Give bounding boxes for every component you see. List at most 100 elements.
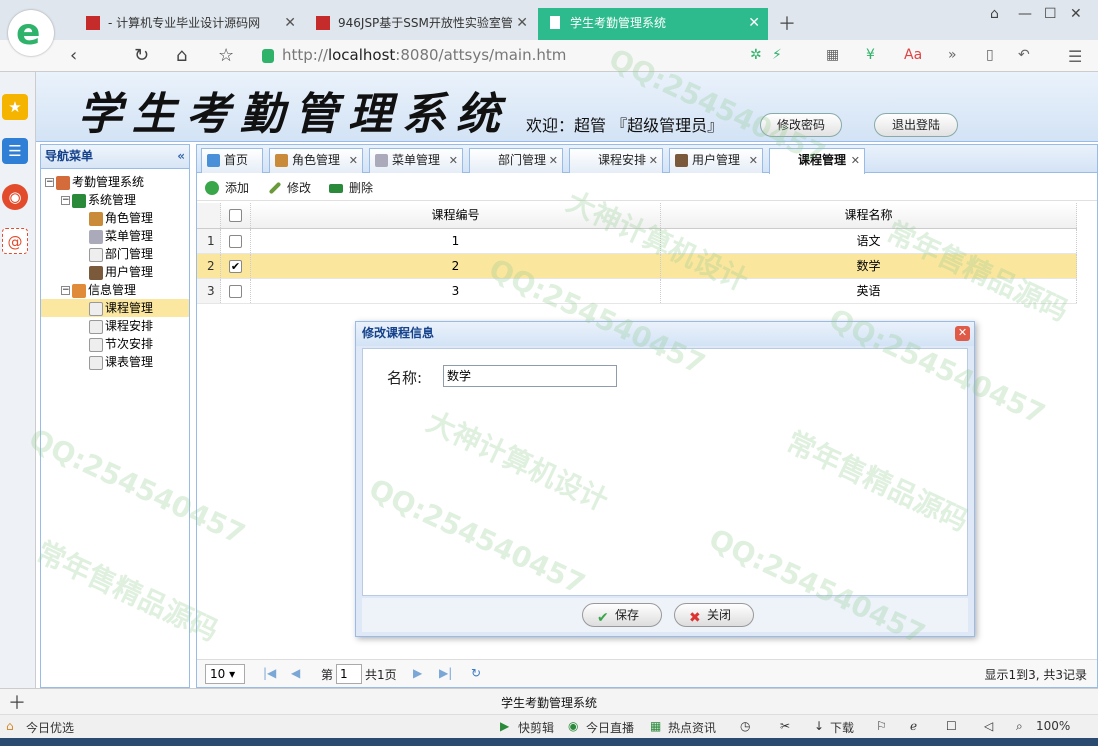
logout-button[interactable]: 退出登陆 — [874, 113, 958, 137]
tree-root[interactable]: − 考勤管理系统 — [41, 173, 189, 191]
add-button[interactable]: 添加 — [205, 179, 249, 197]
course-name-input[interactable]: 数学 — [443, 365, 617, 387]
tree-group-info[interactable]: − 信息管理 — [41, 281, 189, 299]
tab-schedule[interactable]: 课程安排 ✕ — [569, 148, 663, 173]
select-all-checkbox[interactable] — [229, 209, 242, 222]
close-tab-icon[interactable]: ✕ — [549, 149, 558, 172]
menu-icon[interactable]: ☰ — [1068, 47, 1082, 66]
close-tab-icon[interactable]: ✕ — [851, 149, 860, 172]
today-picks-link[interactable]: 今日优选 — [26, 719, 74, 736]
select-all-cell[interactable] — [221, 203, 251, 228]
tree-item-period[interactable]: 节次安排 — [41, 335, 189, 353]
tree-group-system[interactable]: − 系统管理 — [41, 191, 189, 209]
tab-role[interactable]: 角色管理 ✕ — [269, 148, 363, 173]
history-icon[interactable]: ◷ — [740, 719, 750, 733]
weibo-icon[interactable]: ◉ — [2, 184, 28, 210]
row-checkbox[interactable] — [229, 285, 242, 298]
list-icon[interactable]: ☰ — [2, 138, 28, 164]
tree-item-timetable[interactable]: 课表管理 — [41, 353, 189, 371]
apps-icon[interactable]: ▦ — [826, 47, 839, 63]
zoom-level[interactable]: 100% — [1036, 719, 1070, 733]
collapse-icon[interactable]: « — [177, 145, 185, 167]
translate-icon[interactable]: Aa — [904, 47, 922, 63]
undo-icon[interactable]: ↶ — [1018, 47, 1030, 63]
refresh-icon[interactable]: ↻ — [471, 666, 481, 680]
dialog-header[interactable]: 修改课程信息 ✕ — [356, 322, 974, 346]
reload-icon[interactable]: ↻ — [134, 45, 149, 66]
delete-button[interactable]: 删除 — [329, 179, 373, 197]
back-icon[interactable]: ‹ — [70, 45, 77, 66]
row-checkbox[interactable] — [229, 235, 242, 248]
close-tab-icon[interactable]: ✕ — [649, 149, 658, 172]
prev-page-icon[interactable]: ◀ — [291, 666, 300, 680]
browser-tab[interactable]: - 计算机专业毕业设计源码网 ✕ — [76, 8, 304, 40]
close-tab-icon[interactable]: ✕ — [749, 149, 758, 172]
collapse-node-icon[interactable]: − — [61, 286, 70, 295]
live-link[interactable]: 今日直播 — [586, 719, 634, 736]
news-link[interactable]: 热点资讯 — [668, 719, 716, 736]
window-icon[interactable]: ☐ — [946, 719, 957, 733]
quick-clip-link[interactable]: 快剪辑 — [518, 719, 554, 736]
column-header-name[interactable]: 课程名称 — [661, 203, 1077, 228]
browser-tab-label: - 计算机专业毕业设计源码网 — [108, 16, 261, 30]
close-window-icon[interactable]: ✕ — [1070, 6, 1082, 22]
skin-icon[interactable]: ⌂ — [990, 6, 999, 22]
table-row[interactable]: 1 1 语文 — [197, 229, 1077, 254]
close-tab-icon[interactable]: ✕ — [449, 149, 458, 172]
tab-course-active[interactable]: 课程管理 ✕ — [769, 148, 865, 174]
next-page-icon[interactable]: ▶ — [413, 666, 422, 680]
last-page-icon[interactable]: ▶| — [439, 666, 452, 680]
tree-item-user[interactable]: 用户管理 — [41, 263, 189, 281]
tab-user[interactable]: 用户管理 ✕ — [669, 148, 763, 173]
close-tab-icon[interactable]: ✕ — [516, 8, 528, 38]
table-row[interactable]: 3 3 英语 — [197, 279, 1077, 304]
tree-item-role[interactable]: 角色管理 — [41, 209, 189, 227]
tab-home[interactable]: 首页 — [201, 148, 263, 173]
tools-icon[interactable]: ✂ — [780, 719, 790, 733]
first-page-icon[interactable]: |◀ — [263, 666, 276, 680]
mail-icon[interactable]: @ — [2, 228, 28, 254]
browser-tab-active[interactable]: 学生考勤管理系统 ✕ — [538, 8, 768, 40]
tab-dept[interactable]: 部门管理 ✕ — [469, 148, 563, 173]
tree-item-course[interactable]: 课程管理 — [41, 299, 189, 317]
collapse-node-icon[interactable]: − — [45, 178, 54, 187]
column-header-id[interactable]: 课程编号 — [251, 203, 661, 228]
tree-item-dept[interactable]: 部门管理 — [41, 245, 189, 263]
browser-tab[interactable]: 946JSP基于SSM开放性实验室管 ✕ — [306, 8, 536, 40]
tree-item-menu[interactable]: 菜单管理 — [41, 227, 189, 245]
bookmark-star-icon[interactable]: ☆ — [218, 45, 234, 66]
collapse-node-icon[interactable]: − — [61, 196, 70, 205]
ie-icon[interactable]: ℯ — [910, 719, 917, 733]
tab-menu[interactable]: 菜单管理 ✕ — [369, 148, 463, 173]
minimize-icon[interactable]: — — [1018, 6, 1032, 22]
browser-logo-icon[interactable]: e — [8, 10, 54, 56]
page-number-input[interactable]: 1 — [336, 664, 362, 684]
save-button[interactable]: ✔ 保存 — [582, 603, 662, 627]
reading-icon[interactable]: ▯ — [986, 47, 994, 63]
close-button[interactable]: ✖ 关闭 — [674, 603, 754, 627]
tree-group-label: 系统管理 — [88, 193, 137, 207]
close-tab-icon[interactable]: ✕ — [748, 8, 760, 38]
dialog-close-icon[interactable]: ✕ — [955, 326, 970, 341]
home-icon[interactable]: ⌂ — [176, 45, 187, 66]
close-tab-icon[interactable]: ✕ — [349, 149, 358, 172]
money-icon[interactable]: ¥ — [866, 47, 875, 63]
volume-icon[interactable]: ◁ — [984, 719, 993, 733]
url-path: :8080/attsys/main.htm — [395, 46, 567, 64]
speed-icon[interactable]: ✲ — [750, 47, 762, 63]
lightning-icon[interactable]: ⚡ — [772, 47, 782, 63]
edit-button[interactable]: 修改 — [267, 179, 311, 197]
tree-item-schedule[interactable]: 课程安排 — [41, 317, 189, 335]
download-link[interactable]: 下载 — [830, 719, 854, 736]
favorites-icon[interactable]: ★ — [2, 94, 28, 120]
url-field[interactable]: http://localhost:8080/attsys/main.htm — [256, 44, 816, 68]
table-row-selected[interactable]: 2 ✔ 2 数学 — [197, 254, 1077, 279]
maximize-icon[interactable]: ☐ — [1044, 6, 1057, 22]
row-checkbox-checked[interactable]: ✔ — [229, 260, 242, 273]
more-icon[interactable]: » — [948, 47, 957, 63]
flag-icon[interactable]: ⚐ — [876, 719, 887, 733]
new-tab-icon[interactable]: ＋ — [778, 10, 796, 36]
page-size-select[interactable]: 10 ▾ — [205, 664, 245, 684]
close-tab-icon[interactable]: ✕ — [284, 8, 296, 38]
change-password-button[interactable]: 修改密码 — [760, 113, 842, 137]
